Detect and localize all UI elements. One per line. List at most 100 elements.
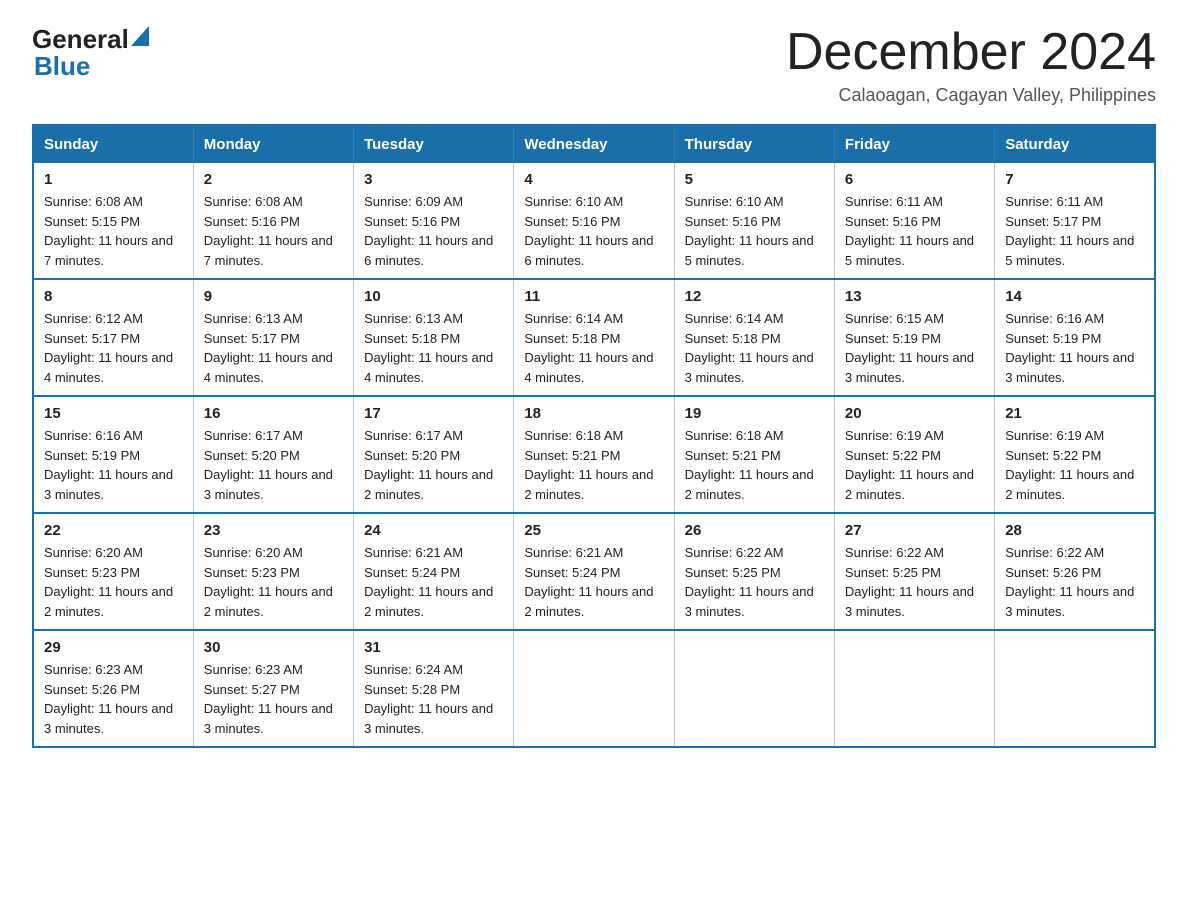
calendar-cell: 28 Sunrise: 6:22 AMSunset: 5:26 PMDayligh… bbox=[995, 513, 1155, 630]
day-number: 9 bbox=[204, 288, 343, 305]
calendar-cell: 16Sunrise: 6:17 AMSunset: 5:20 PMDayligh… bbox=[193, 396, 353, 513]
logo-blue-text: Blue bbox=[34, 51, 90, 82]
day-number: 26 bbox=[685, 522, 824, 539]
calendar-week-row: 8Sunrise: 6:12 AMSunset: 5:17 PMDaylight… bbox=[33, 279, 1155, 396]
calendar-table: SundayMondayTuesdayWednesdayThursdayFrid… bbox=[32, 124, 1156, 748]
day-number: 5 bbox=[685, 171, 824, 188]
calendar-cell: 26 Sunrise: 6:22 AMSunset: 5:25 PMDayligh… bbox=[674, 513, 834, 630]
calendar-cell: 12Sunrise: 6:14 AMSunset: 5:18 PMDayligh… bbox=[674, 279, 834, 396]
calendar-cell bbox=[674, 630, 834, 747]
logo: General Blue bbox=[32, 24, 149, 82]
location-subtitle: Calaoagan, Cagayan Valley, Philippines bbox=[786, 85, 1156, 106]
day-number: 3 bbox=[364, 171, 503, 188]
calendar-week-row: 1Sunrise: 6:08 AMSunset: 5:15 PMDaylight… bbox=[33, 163, 1155, 279]
calendar-cell bbox=[834, 630, 994, 747]
calendar-cell: 31 Sunrise: 6:24 AMSunset: 5:28 PMDayligh… bbox=[354, 630, 514, 747]
calendar-cell: 27Sunrise: 6:22 AMSunset: 5:25 PMDayligh… bbox=[834, 513, 994, 630]
calendar-cell: 19Sunrise: 6:18 AMSunset: 5:21 PMDayligh… bbox=[674, 396, 834, 513]
day-info: Sunrise: 6:24 AMSunset: 5:28 PMDaylight:… bbox=[364, 660, 503, 738]
calendar-cell: 22 Sunrise: 6:20 AMSunset: 5:23 PMDayligh… bbox=[33, 513, 193, 630]
calendar-cell: 25Sunrise: 6:21 AMSunset: 5:24 PMDayligh… bbox=[514, 513, 674, 630]
weekday-header-friday: Friday bbox=[834, 125, 994, 163]
calendar-cell: 8Sunrise: 6:12 AMSunset: 5:17 PMDaylight… bbox=[33, 279, 193, 396]
month-title: December 2024 bbox=[786, 24, 1156, 81]
day-info: Sunrise: 6:11 AMSunset: 5:17 PMDaylight:… bbox=[1005, 192, 1144, 270]
calendar-week-row: 15Sunrise: 6:16 AMSunset: 5:19 PMDayligh… bbox=[33, 396, 1155, 513]
day-number: 13 bbox=[845, 288, 984, 305]
day-number: 14 bbox=[1005, 288, 1144, 305]
calendar-cell: 11Sunrise: 6:14 AMSunset: 5:18 PMDayligh… bbox=[514, 279, 674, 396]
day-info: Sunrise: 6:19 AMSunset: 5:22 PMDaylight:… bbox=[1005, 426, 1144, 504]
calendar-cell bbox=[995, 630, 1155, 747]
day-number: 6 bbox=[845, 171, 984, 188]
weekday-header-saturday: Saturday bbox=[995, 125, 1155, 163]
day-info: Sunrise: 6:22 AMSunset: 5:25 PMDaylight:… bbox=[685, 543, 824, 621]
calendar-cell: 23 Sunrise: 6:20 AMSunset: 5:23 PMDayligh… bbox=[193, 513, 353, 630]
day-number: 1 bbox=[44, 171, 183, 188]
day-info: Sunrise: 6:11 AMSunset: 5:16 PMDaylight:… bbox=[845, 192, 984, 270]
day-number: 22 bbox=[44, 522, 183, 539]
day-number: 28 bbox=[1005, 522, 1144, 539]
calendar-cell: 2Sunrise: 6:08 AMSunset: 5:16 PMDaylight… bbox=[193, 163, 353, 279]
logo-triangle-icon bbox=[131, 26, 149, 51]
day-info: Sunrise: 6:23 AMSunset: 5:27 PMDaylight:… bbox=[204, 660, 343, 738]
calendar-cell: 13 Sunrise: 6:15 AMSunset: 5:19 PMDayligh… bbox=[834, 279, 994, 396]
calendar-week-row: 22 Sunrise: 6:20 AMSunset: 5:23 PMDayligh… bbox=[33, 513, 1155, 630]
calendar-cell: 1Sunrise: 6:08 AMSunset: 5:15 PMDaylight… bbox=[33, 163, 193, 279]
day-number: 17 bbox=[364, 405, 503, 422]
calendar-week-row: 29Sunrise: 6:23 AMSunset: 5:26 PMDayligh… bbox=[33, 630, 1155, 747]
day-number: 23 bbox=[204, 522, 343, 539]
page-header: General Blue December 2024 Calaoagan, Ca… bbox=[32, 24, 1156, 106]
day-info: Sunrise: 6:15 AMSunset: 5:19 PMDaylight:… bbox=[845, 309, 984, 387]
day-number: 2 bbox=[204, 171, 343, 188]
calendar-cell: 14 Sunrise: 6:16 AMSunset: 5:19 PMDayligh… bbox=[995, 279, 1155, 396]
weekday-header-wednesday: Wednesday bbox=[514, 125, 674, 163]
day-info: Sunrise: 6:10 AMSunset: 5:16 PMDaylight:… bbox=[685, 192, 824, 270]
calendar-cell: 18 Sunrise: 6:18 AMSunset: 5:21 PMDayligh… bbox=[514, 396, 674, 513]
day-info: Sunrise: 6:19 AMSunset: 5:22 PMDaylight:… bbox=[845, 426, 984, 504]
day-info: Sunrise: 6:23 AMSunset: 5:26 PMDaylight:… bbox=[44, 660, 183, 738]
day-number: 31 bbox=[364, 639, 503, 656]
weekday-header-tuesday: Tuesday bbox=[354, 125, 514, 163]
day-number: 21 bbox=[1005, 405, 1144, 422]
day-number: 7 bbox=[1005, 171, 1144, 188]
day-info: Sunrise: 6:09 AMSunset: 5:16 PMDaylight:… bbox=[364, 192, 503, 270]
day-number: 18 bbox=[524, 405, 663, 422]
calendar-cell: 4 Sunrise: 6:10 AMSunset: 5:16 PMDaylight… bbox=[514, 163, 674, 279]
calendar-cell: 9 Sunrise: 6:13 AMSunset: 5:17 PMDaylight… bbox=[193, 279, 353, 396]
weekday-header-sunday: Sunday bbox=[33, 125, 193, 163]
day-number: 4 bbox=[524, 171, 663, 188]
calendar-cell: 10 Sunrise: 6:13 AMSunset: 5:18 PMDayligh… bbox=[354, 279, 514, 396]
calendar-cell: 15Sunrise: 6:16 AMSunset: 5:19 PMDayligh… bbox=[33, 396, 193, 513]
day-number: 12 bbox=[685, 288, 824, 305]
day-info: Sunrise: 6:13 AMSunset: 5:17 PMDaylight:… bbox=[204, 309, 343, 387]
day-info: Sunrise: 6:18 AMSunset: 5:21 PMDaylight:… bbox=[685, 426, 824, 504]
day-info: Sunrise: 6:22 AMSunset: 5:25 PMDaylight:… bbox=[845, 543, 984, 621]
weekday-header-row: SundayMondayTuesdayWednesdayThursdayFrid… bbox=[33, 125, 1155, 163]
day-info: Sunrise: 6:17 AMSunset: 5:20 PMDaylight:… bbox=[204, 426, 343, 504]
day-info: Sunrise: 6:18 AMSunset: 5:21 PMDaylight:… bbox=[524, 426, 663, 504]
day-info: Sunrise: 6:21 AMSunset: 5:24 PMDaylight:… bbox=[364, 543, 503, 621]
calendar-cell: 3 Sunrise: 6:09 AMSunset: 5:16 PMDaylight… bbox=[354, 163, 514, 279]
calendar-cell: 17 Sunrise: 6:17 AMSunset: 5:20 PMDayligh… bbox=[354, 396, 514, 513]
day-number: 20 bbox=[845, 405, 984, 422]
day-info: Sunrise: 6:20 AMSunset: 5:23 PMDaylight:… bbox=[44, 543, 183, 621]
day-info: Sunrise: 6:22 AMSunset: 5:26 PMDaylight:… bbox=[1005, 543, 1144, 621]
day-info: Sunrise: 6:16 AMSunset: 5:19 PMDaylight:… bbox=[44, 426, 183, 504]
calendar-cell: 20 Sunrise: 6:19 AMSunset: 5:22 PMDayligh… bbox=[834, 396, 994, 513]
calendar-cell: 30Sunrise: 6:23 AMSunset: 5:27 PMDayligh… bbox=[193, 630, 353, 747]
day-info: Sunrise: 6:14 AMSunset: 5:18 PMDaylight:… bbox=[524, 309, 663, 387]
day-number: 24 bbox=[364, 522, 503, 539]
calendar-cell: 29Sunrise: 6:23 AMSunset: 5:26 PMDayligh… bbox=[33, 630, 193, 747]
calendar-cell: 5 Sunrise: 6:10 AMSunset: 5:16 PMDaylight… bbox=[674, 163, 834, 279]
day-info: Sunrise: 6:21 AMSunset: 5:24 PMDaylight:… bbox=[524, 543, 663, 621]
day-info: Sunrise: 6:20 AMSunset: 5:23 PMDaylight:… bbox=[204, 543, 343, 621]
day-info: Sunrise: 6:10 AMSunset: 5:16 PMDaylight:… bbox=[524, 192, 663, 270]
day-number: 10 bbox=[364, 288, 503, 305]
weekday-header-monday: Monday bbox=[193, 125, 353, 163]
day-info: Sunrise: 6:13 AMSunset: 5:18 PMDaylight:… bbox=[364, 309, 503, 387]
title-block: December 2024 Calaoagan, Cagayan Valley,… bbox=[786, 24, 1156, 106]
day-info: Sunrise: 6:16 AMSunset: 5:19 PMDaylight:… bbox=[1005, 309, 1144, 387]
day-info: Sunrise: 6:17 AMSunset: 5:20 PMDaylight:… bbox=[364, 426, 503, 504]
calendar-cell: 21 Sunrise: 6:19 AMSunset: 5:22 PMDayligh… bbox=[995, 396, 1155, 513]
